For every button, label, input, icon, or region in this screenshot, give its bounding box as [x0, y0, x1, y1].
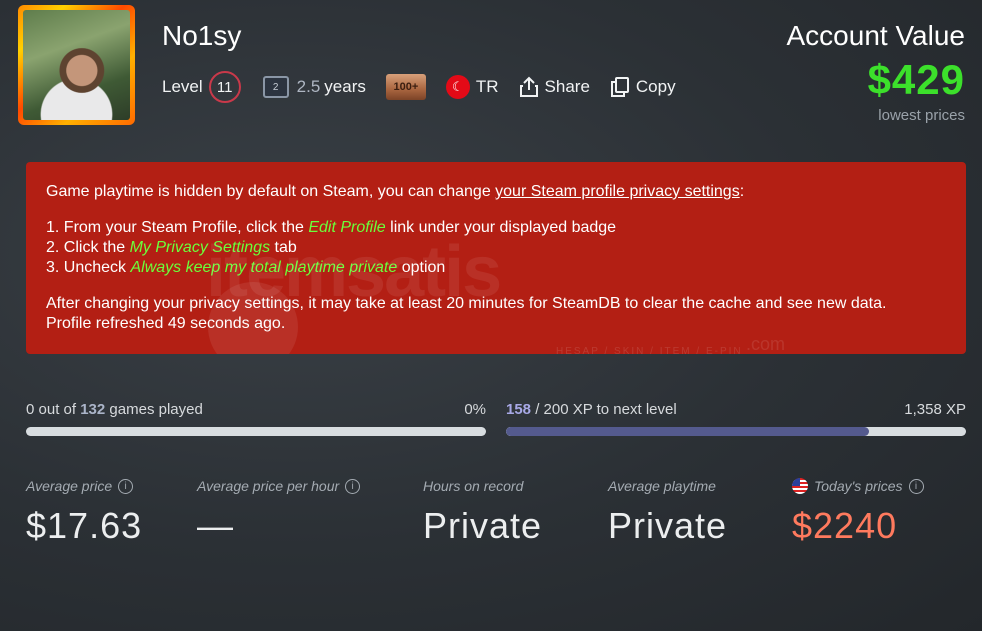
level-label: Level: [162, 77, 203, 96]
privacy-settings-highlight: My Privacy Settings: [129, 239, 271, 256]
games-progress-track: [26, 427, 486, 436]
years-label: years: [324, 77, 366, 96]
xp-progress: 158 / 200 XP to next level 1,358 XP: [506, 401, 966, 436]
alert-step: 3. Uncheck Always keep my total playtime…: [46, 259, 446, 276]
copy-icon: [610, 77, 629, 97]
profile-name: No1sy: [162, 20, 242, 51]
copy-button[interactable]: Copy: [610, 76, 676, 98]
xp-progress-fill: [506, 427, 870, 436]
stat-todays-prices: Today's prices i $2240: [792, 477, 924, 547]
xp-progress-text: 158 / 200 XP to next level: [506, 401, 677, 418]
xp-total: 1,358 XP: [904, 401, 966, 418]
games-played-percent: 0%: [464, 401, 486, 418]
games-played-text: 0 out of 132 games played: [26, 401, 203, 418]
stat-hours-on-record: Hours on record Private: [423, 478, 543, 546]
watermark-subtitle: HESAP / SKIN / ITEM / E-PIN: [556, 346, 743, 354]
account-value: $429: [867, 56, 965, 103]
profile-meta: Level 11 2 2.5 years 100+ ☾ TR Share Cop…: [162, 70, 676, 104]
stat-value: $17.63: [26, 505, 143, 546]
alert-steps: 1. From your Steam Profile, click the Ed…: [46, 218, 946, 278]
alert-step: 1. From your Steam Profile, click the Ed…: [46, 219, 617, 236]
playtime-private-highlight: Always keep my total playtime private: [130, 259, 398, 276]
watermark-domain: .com: [746, 334, 786, 354]
turkey-flag-icon: ☾: [445, 75, 470, 99]
level-badge: 11: [208, 71, 241, 103]
stat-value: Private: [608, 505, 728, 546]
stat-average-price-per-hour: Average price per hour i —: [197, 477, 361, 547]
account-value-subtitle: lowest prices: [878, 107, 965, 124]
game-collector-badge[interactable]: 100+: [385, 74, 426, 100]
info-icon[interactable]: i: [345, 478, 361, 494]
privacy-settings-link[interactable]: your Steam profile privacy settings: [495, 183, 740, 200]
avatar[interactable]: [18, 5, 135, 125]
share-label: Share: [544, 77, 590, 96]
alert-step: 2. Click the My Privacy Settings tab: [46, 239, 297, 256]
country-code: TR: [475, 77, 499, 96]
years-value: 2.5: [296, 77, 321, 96]
alert-intro: Game playtime is hidden by default on St…: [46, 183, 745, 200]
years-service-icon: 2: [262, 76, 289, 98]
games-played-progress: 0 out of 132 games played 0%: [26, 401, 486, 436]
xp-progress-track: [506, 427, 966, 436]
edit-profile-highlight: Edit Profile: [308, 219, 386, 236]
privacy-alert: itemsatis HESAP / SKIN / ITEM / E-PIN .c…: [26, 162, 966, 354]
avatar-image: [23, 10, 130, 120]
stat-value: —: [197, 505, 234, 546]
stat-average-playtime: Average playtime Private: [608, 478, 728, 546]
alert-refreshed: Profile refreshed 49 seconds ago.: [46, 315, 286, 332]
us-flag-icon: [792, 478, 808, 494]
stat-average-price: Average price i $17.63: [26, 478, 143, 546]
alert-outro: After changing your privacy settings, it…: [46, 295, 887, 312]
info-icon[interactable]: i: [118, 478, 134, 494]
stat-value: $2240: [792, 505, 898, 546]
share-icon: [519, 76, 538, 97]
info-icon[interactable]: i: [908, 478, 924, 494]
share-button[interactable]: Share: [519, 76, 590, 98]
watermark-logo: [208, 282, 298, 354]
account-value-title: Account Value: [786, 20, 966, 51]
stat-value: Private: [423, 505, 543, 546]
copy-label: Copy: [635, 77, 676, 96]
